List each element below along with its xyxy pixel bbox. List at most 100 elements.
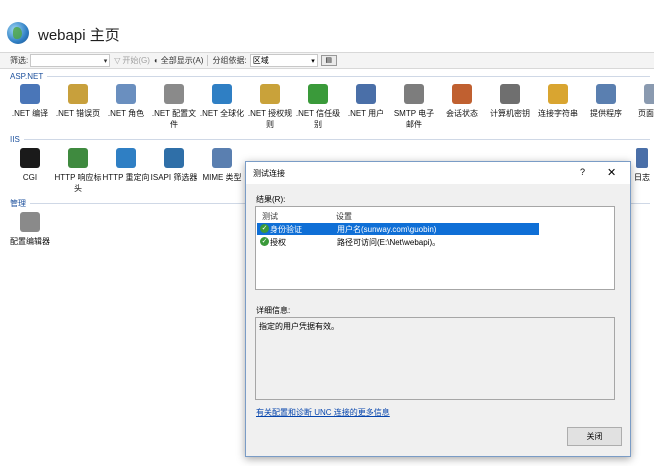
feature-label: .NET 授权规则	[247, 109, 293, 129]
check-icon: ✓	[260, 237, 269, 246]
feature-item[interactable]: .NET 信任级别	[294, 84, 342, 130]
feature-icon	[212, 84, 232, 104]
feature-label: HTTP 重定向	[102, 173, 150, 182]
feature-icon	[164, 84, 184, 104]
feature-label: .NET 用户	[347, 109, 385, 118]
feature-label: 连接字符串	[538, 109, 578, 118]
group-by-label: 分组依据:	[212, 56, 247, 65]
view-toggle-icon[interactable]: ▤	[320, 55, 337, 66]
start-button[interactable]: ▽ 开始(G)	[114, 55, 150, 66]
feature-icon	[548, 84, 568, 104]
close-button[interactable]: 关闭	[567, 427, 622, 446]
section-manage-label: 管理	[10, 199, 26, 208]
result-test: 身份验证	[270, 225, 302, 234]
divider	[23, 139, 650, 140]
feature-item[interactable]: 会话状态	[438, 84, 486, 130]
feature-label: MIME 类型	[202, 173, 242, 182]
feature-item[interactable]: .NET 配置文件	[150, 84, 198, 130]
chevron-down-icon: ▾	[311, 58, 315, 65]
feature-item[interactable]: HTTP 重定向	[102, 148, 150, 194]
feature-item[interactable]: SMTP 电子邮件	[390, 84, 438, 130]
feature-item[interactable]: 计算机密钥	[486, 84, 534, 130]
feature-icon	[116, 84, 136, 104]
feature-icon	[116, 148, 136, 168]
feature-label: .NET 信任级别	[295, 109, 341, 129]
chevron-down-icon[interactable]: ▾	[104, 57, 108, 65]
feature-icon	[404, 84, 424, 104]
feature-label: 页面和控	[638, 109, 654, 118]
feature-label: .NET 全球化	[199, 109, 245, 118]
feature-item[interactable]: 连接字符串	[534, 84, 582, 130]
feature-label: 日志	[634, 173, 650, 182]
feature-item[interactable]: 提供程序	[582, 84, 630, 130]
feature-label: .NET 角色	[107, 109, 145, 118]
feature-label: ISAPI 筛选器	[150, 173, 198, 182]
feature-icon	[68, 84, 88, 104]
unc-help-link[interactable]: 有关配置和诊断 UNC 连接的更多信息	[256, 407, 390, 418]
section-aspnet[interactable]: ASP.NET	[10, 72, 650, 81]
manage-feature-list: 配置编辑器	[6, 212, 54, 247]
feature-icon	[596, 84, 616, 104]
feature-item[interactable]: .NET 编译	[6, 84, 54, 130]
help-icon[interactable]: ?	[580, 167, 585, 177]
funnel-icon: ▽	[114, 56, 121, 65]
close-icon[interactable]: ✕	[607, 166, 616, 179]
details-label: 详细信息:	[256, 306, 291, 315]
result-setting: 路径可访问(E:\Net\webapi)。	[337, 238, 441, 247]
feature-label: 配置编辑器	[10, 237, 50, 246]
feature-icon	[20, 212, 40, 232]
feature-item[interactable]: .NET 错误页	[54, 84, 102, 130]
feature-icon	[500, 84, 520, 104]
feature-item[interactable]: ISAPI 筛选器	[150, 148, 198, 194]
show-all-label: 全部显示(A)	[160, 56, 204, 65]
section-iis-label: IIS	[10, 135, 20, 144]
globe-icon	[7, 22, 29, 44]
result-setting: 用户名(sunway.com\guobin)	[337, 225, 437, 234]
section-aspnet-label: ASP.NET	[10, 72, 44, 81]
feature-icon	[212, 148, 232, 168]
feature-label: 提供程序	[590, 109, 622, 118]
feature-item[interactable]: .NET 授权规则	[246, 84, 294, 130]
feature-icon	[164, 148, 184, 168]
filter-label: 筛选:	[10, 56, 29, 65]
feature-icon	[356, 84, 376, 104]
feature-label: .NET 编译	[11, 109, 49, 118]
section-iis[interactable]: IIS	[10, 135, 650, 144]
feature-logging[interactable]: 日志	[632, 148, 652, 183]
dialog-titlebar[interactable]: 测试连接 ? ✕	[246, 162, 630, 184]
filter-input[interactable]: ▾	[30, 54, 111, 67]
details-text[interactable]: 指定的用户凭据有效。	[255, 317, 615, 400]
test-connection-dialog: 测试连接 ? ✕ 结果(R): 测试 设置 ✓ 身份验证 用户名(sunway.…	[245, 161, 631, 457]
group-by-select[interactable]: 区域 ▾	[249, 54, 318, 67]
feature-icon	[20, 84, 40, 104]
show-all-icon: ◐	[153, 56, 159, 65]
feature-label: .NET 配置文件	[151, 109, 197, 129]
feature-item[interactable]: .NET 角色	[102, 84, 150, 130]
result-row[interactable]: ✓ 授权 路径可访问(E:\Net\webapi)。	[257, 236, 539, 248]
column-header-test[interactable]: 测试	[262, 211, 278, 222]
dialog-title: 测试连接	[253, 169, 285, 178]
feature-item[interactable]: HTTP 响应标头	[54, 148, 102, 194]
result-test: 授权	[270, 238, 286, 247]
feature-label: 计算机密钥	[490, 109, 530, 118]
results-list[interactable]: 测试 设置 ✓ 身份验证 用户名(sunway.com\guobin) ✓ 授权…	[255, 206, 615, 290]
feature-icon	[20, 148, 40, 168]
feature-item[interactable]: .NET 用户	[342, 84, 390, 130]
feature-item[interactable]: 页面和控	[630, 84, 654, 130]
feature-item[interactable]: CGI	[6, 148, 54, 194]
feature-label: .NET 错误页	[55, 109, 101, 118]
feature-label: SMTP 电子邮件	[393, 109, 435, 129]
iis-feature-list: CGI HTTP 响应标头 HTTP 重定向 ISAPI 筛选器 MIME 类型	[6, 148, 246, 194]
show-all-button[interactable]: ◐ 全部显示(A)	[154, 55, 204, 66]
feature-item[interactable]: .NET 全球化	[198, 84, 246, 130]
results-label: 结果(R):	[256, 195, 286, 204]
group-by-value: 区域	[252, 56, 269, 65]
column-header-setting[interactable]: 设置	[336, 211, 352, 222]
feature-item[interactable]: 配置编辑器	[6, 212, 54, 247]
result-row[interactable]: ✓ 身份验证 用户名(sunway.com\guobin)	[257, 223, 539, 235]
feature-label: CGI	[22, 173, 38, 182]
feature-item[interactable]: MIME 类型	[198, 148, 246, 194]
divider	[207, 55, 209, 66]
feature-icon	[260, 84, 280, 104]
logging-icon	[636, 148, 648, 168]
